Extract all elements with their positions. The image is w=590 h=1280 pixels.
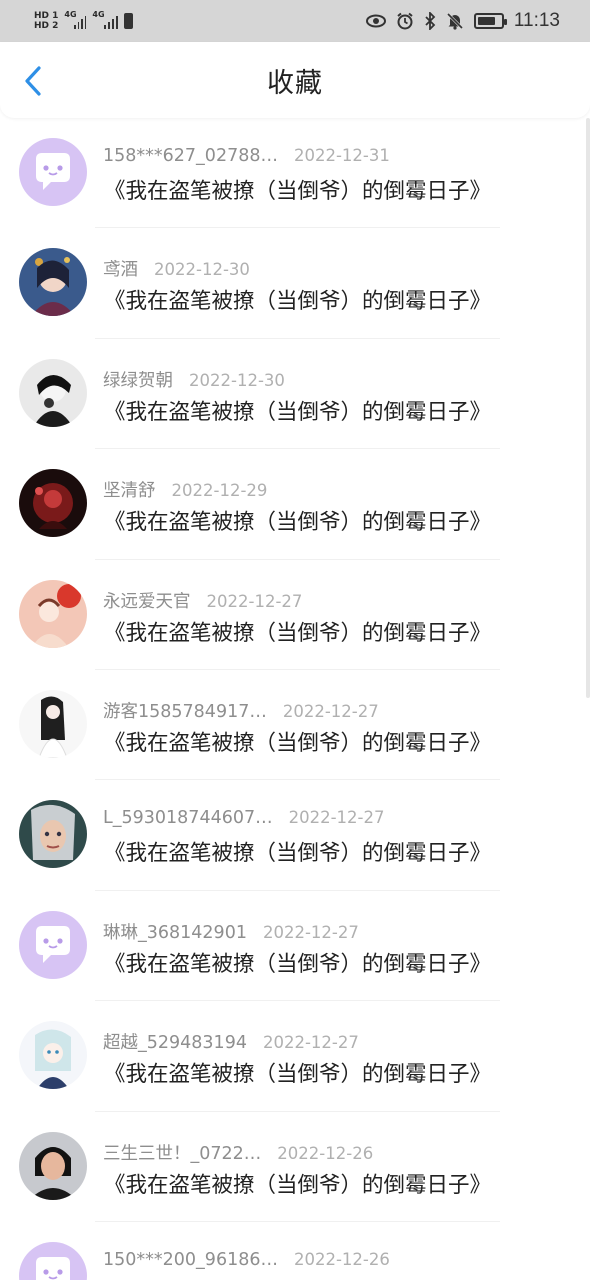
anime-avatar[interactable] bbox=[19, 358, 87, 427]
item-meta: 鸢酒 2022-12-30 bbox=[103, 256, 250, 281]
hd-indicator: HD 1 HD 2 bbox=[34, 11, 58, 31]
page-title: 收藏 bbox=[267, 67, 323, 99]
username[interactable]: 超越_529483194 bbox=[103, 1029, 247, 1054]
anime-avatar-image bbox=[19, 800, 87, 869]
book-title[interactable]: 《我在盗笔被撩（当倒爷）的倒霉日子》 bbox=[104, 505, 491, 536]
username[interactable]: 158***627_02788… bbox=[103, 146, 278, 166]
date: 2022-12-27 bbox=[206, 591, 303, 611]
username[interactable]: 坚清舒 bbox=[103, 477, 156, 502]
notification-icon bbox=[124, 13, 134, 29]
date: 2022-12-29 bbox=[171, 481, 268, 501]
favorite-item[interactable]: 琳琳_368142901 2022-12-27 《我在盗笔被撩（当倒爷）的倒霉日… bbox=[0, 891, 590, 1002]
status-left: HD 1 HD 2 4G 4G bbox=[34, 10, 134, 31]
bluetooth-icon bbox=[425, 12, 436, 30]
book-title[interactable]: 《我在盗笔被撩（当倒爷）的倒霉日子》 bbox=[104, 1057, 491, 1088]
favorite-item[interactable]: 158***627_02788… 2022-12-31 《我在盗笔被撩（当倒爷）… bbox=[0, 118, 590, 229]
anime-avatar[interactable] bbox=[19, 689, 87, 758]
back-button[interactable] bbox=[16, 64, 50, 98]
anime-avatar-image bbox=[19, 579, 87, 648]
default-chat-avatar[interactable] bbox=[19, 1241, 87, 1280]
date: 2022-12-26 bbox=[277, 1143, 374, 1163]
signal-2-label: 4G bbox=[92, 10, 105, 19]
date: 2022-12-27 bbox=[288, 808, 385, 828]
item-meta: 坚清舒 2022-12-29 bbox=[103, 477, 267, 502]
signal-1-icon: 4G bbox=[64, 10, 87, 29]
default-chat-avatar-image bbox=[19, 910, 87, 979]
favorite-item[interactable]: 坚清舒 2022-12-29 《我在盗笔被撩（当倒爷）的倒霉日子》 bbox=[0, 449, 590, 560]
default-chat-avatar[interactable] bbox=[19, 138, 87, 206]
eye-icon bbox=[365, 14, 386, 28]
date: 2022-12-30 bbox=[154, 260, 250, 280]
anime-avatar[interactable] bbox=[19, 248, 87, 317]
anime-avatar[interactable] bbox=[19, 1021, 87, 1090]
battery-icon bbox=[473, 13, 507, 29]
username[interactable]: 三生三世！_0722… bbox=[103, 1140, 261, 1165]
favorite-item[interactable]: 鸢酒 2022-12-30 《我在盗笔被撩（当倒爷）的倒霉日子》 bbox=[0, 228, 590, 339]
username[interactable]: 琳琳_368142901 bbox=[103, 919, 247, 944]
username[interactable]: 150***200_96186… bbox=[103, 1250, 278, 1270]
favorites-list: 158***627_02788… 2022-12-31 《我在盗笔被撩（当倒爷）… bbox=[0, 118, 590, 1280]
favorite-item[interactable]: 三生三世！_0722… 2022-12-26 《我在盗笔被撩（当倒爷）的倒霉日子… bbox=[0, 1112, 590, 1222]
item-meta: 158***627_02788… 2022-12-31 bbox=[103, 146, 390, 166]
anime-avatar[interactable] bbox=[19, 800, 87, 869]
favorite-item[interactable]: 超越_529483194 2022-12-27 《我在盗笔被撩（当倒爷）的倒霉日… bbox=[0, 1001, 590, 1112]
hd1-label: HD 1 bbox=[34, 11, 59, 21]
alarm-icon bbox=[397, 12, 413, 30]
signal-1-label: 4G bbox=[64, 10, 77, 19]
book-title[interactable]: 《我在盗笔被撩（当倒爷）的倒霉日子》 bbox=[104, 395, 491, 426]
book-title[interactable]: 《我在盗笔被撩（当倒爷）的倒霉日子》 bbox=[104, 616, 491, 647]
clock: 11:13 bbox=[513, 10, 560, 31]
anime-avatar-image bbox=[19, 358, 87, 427]
anime-avatar-image bbox=[19, 248, 87, 317]
item-meta: 游客1585784917… 2022-12-27 bbox=[103, 698, 379, 723]
header-bar: 收藏 bbox=[0, 42, 590, 118]
item-meta: 永远爱天官 2022-12-27 bbox=[103, 588, 302, 613]
favorite-item[interactable]: 绿绿贺朝 2022-12-30 《我在盗笔被撩（当倒爷）的倒霉日子》 bbox=[0, 339, 590, 450]
chevron-left-icon bbox=[25, 66, 41, 96]
anime-avatar[interactable] bbox=[19, 579, 87, 648]
photo-avatar[interactable] bbox=[19, 1131, 87, 1200]
mute-icon bbox=[446, 12, 463, 30]
date: 2022-12-26 bbox=[293, 1249, 390, 1269]
item-meta: 超越_529483194 2022-12-27 bbox=[103, 1029, 359, 1054]
book-title[interactable]: 《我在盗笔被撩（当倒爷）的倒霉日子》 bbox=[104, 1168, 491, 1199]
signal-2-icon: 4G bbox=[92, 10, 119, 29]
username[interactable]: 绿绿贺朝 bbox=[103, 367, 173, 392]
favorite-item[interactable]: 永远爱天官 2022-12-27 《我在盗笔被撩（当倒爷）的倒霉日子》 bbox=[0, 560, 590, 670]
item-meta: 琳琳_368142901 2022-12-27 bbox=[103, 919, 359, 944]
item-meta: 绿绿贺朝 2022-12-30 bbox=[103, 367, 285, 392]
hd2-label: HD 2 bbox=[34, 21, 59, 31]
default-chat-avatar-image bbox=[19, 138, 87, 206]
username[interactable]: 鸢酒 bbox=[103, 256, 138, 281]
favorite-item[interactable]: 150***200_96186… 2022-12-26 《我在盗笔被撩（当倒爷）… bbox=[0, 1222, 590, 1280]
item-meta: 150***200_96186… 2022-12-26 bbox=[103, 1250, 390, 1270]
status-right: 11:13 bbox=[365, 10, 560, 32]
date: 2022-12-27 bbox=[282, 701, 379, 721]
date: 2022-12-30 bbox=[189, 370, 285, 390]
item-meta: L_593018744607… 2022-12-27 bbox=[103, 808, 385, 828]
favorite-item[interactable]: 游客1585784917… 2022-12-27 《我在盗笔被撩（当倒爷）的倒霉… bbox=[0, 670, 590, 781]
anime-avatar[interactable] bbox=[19, 469, 87, 538]
anime-avatar-image bbox=[19, 469, 87, 538]
username[interactable]: 游客1585784917… bbox=[103, 698, 267, 723]
date: 2022-12-31 bbox=[293, 146, 390, 165]
item-meta: 三生三世！_0722… 2022-12-26 bbox=[103, 1140, 373, 1165]
book-title[interactable]: 《我在盗笔被撩（当倒爷）的倒霉日子》 bbox=[104, 836, 491, 867]
default-chat-avatar[interactable] bbox=[19, 910, 87, 979]
default-chat-avatar-image bbox=[19, 1241, 87, 1280]
anime-avatar-image bbox=[19, 1021, 87, 1090]
anime-avatar-image bbox=[19, 689, 87, 758]
date: 2022-12-27 bbox=[262, 922, 359, 942]
book-title[interactable]: 《我在盗笔被撩（当倒爷）的倒霉日子》 bbox=[104, 726, 491, 757]
favorite-item[interactable]: L_593018744607… 2022-12-27 《我在盗笔被撩（当倒爷）的… bbox=[0, 780, 590, 891]
username[interactable]: L_593018744607… bbox=[103, 808, 273, 828]
book-title[interactable]: 《我在盗笔被撩（当倒爷）的倒霉日子》 bbox=[104, 284, 491, 315]
book-title[interactable]: 《我在盗笔被撩（当倒爷）的倒霉日子》 bbox=[104, 174, 491, 205]
book-title[interactable]: 《我在盗笔被撩（当倒爷）的倒霉日子》 bbox=[104, 947, 491, 978]
date: 2022-12-27 bbox=[262, 1033, 359, 1053]
username[interactable]: 永远爱天官 bbox=[103, 588, 191, 613]
photo-avatar-image bbox=[19, 1131, 87, 1200]
status-bar: HD 1 HD 2 4G 4G 11:13 bbox=[0, 0, 590, 42]
